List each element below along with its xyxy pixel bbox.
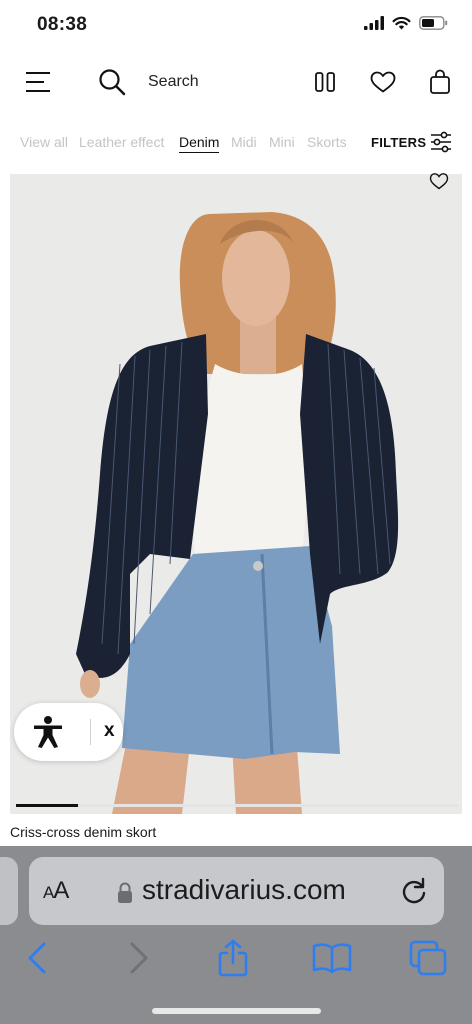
bookmarks-icon (312, 943, 352, 974)
status-icons (364, 16, 448, 30)
bookmarks-button[interactable] (311, 938, 353, 978)
sliders-icon (431, 131, 451, 153)
menu-button[interactable] (24, 66, 52, 98)
back-icon (28, 942, 46, 974)
search-button[interactable] (97, 66, 127, 98)
status-time: 08:38 (37, 14, 88, 35)
chip-skorts[interactable]: Skorts (307, 134, 347, 150)
menu-icon (26, 72, 50, 92)
back-button[interactable] (22, 938, 52, 978)
reload-button[interactable] (400, 877, 428, 910)
tabs-button[interactable] (408, 938, 448, 978)
bag-icon (430, 69, 450, 94)
product-favorite-button[interactable] (429, 172, 449, 195)
wifi-icon (392, 16, 411, 30)
grid-view-button[interactable] (312, 66, 338, 98)
accessibility-widget: x (14, 703, 123, 761)
filters-icon-button[interactable] (430, 130, 452, 159)
chip-denim[interactable]: Denim (179, 134, 220, 153)
chip-midi[interactable]: Midi (231, 134, 257, 150)
product-name[interactable]: Criss-cross denim skort (10, 824, 156, 840)
chip-view-all[interactable]: View all (20, 134, 68, 150)
category-filter-bar: View all Leather effect Denim Midi Mini … (0, 128, 472, 160)
tabs-icon (409, 940, 447, 976)
grid-view-icon (315, 72, 335, 92)
reload-icon (402, 877, 426, 904)
app-header: Search (0, 58, 472, 108)
text-size-small-a: A (43, 883, 54, 902)
filters-button[interactable]: FILTERS (371, 135, 426, 150)
share-icon (218, 939, 248, 977)
accessibility-close-button[interactable]: x (104, 720, 115, 742)
browser-toolbar (0, 934, 472, 982)
home-indicator (152, 1008, 321, 1014)
lock-icon (118, 882, 132, 903)
chip-leather-effect[interactable]: Leather effect (79, 134, 164, 150)
image-carousel-progress (16, 804, 458, 807)
accessibility-icon (34, 716, 62, 748)
search-input[interactable]: Search (148, 73, 199, 91)
previous-tab-preview[interactable] (0, 857, 18, 925)
heart-icon (429, 173, 449, 190)
address-bar[interactable]: AA stradivarius.com (29, 857, 444, 925)
forward-icon (130, 942, 148, 974)
chip-mini[interactable]: Mini (269, 134, 295, 150)
url-text: stradivarius.com (142, 874, 346, 905)
share-button[interactable] (214, 938, 252, 978)
signal-icon (364, 16, 384, 30)
wishlist-button[interactable] (368, 66, 398, 98)
battery-icon (419, 16, 448, 30)
text-size-large-a: A (53, 877, 69, 904)
browser-chrome: AA stradivarius.com (0, 846, 472, 1024)
status-bar: 08:38 (0, 0, 472, 50)
bag-button[interactable] (426, 66, 454, 98)
accessibility-button[interactable] (31, 715, 65, 754)
forward-button[interactable] (124, 938, 154, 978)
text-size-button[interactable]: AA (43, 877, 69, 905)
search-icon (99, 69, 126, 96)
heart-icon (370, 71, 396, 93)
accessibility-divider (90, 719, 91, 745)
image-carousel-progress-fill (16, 804, 78, 807)
